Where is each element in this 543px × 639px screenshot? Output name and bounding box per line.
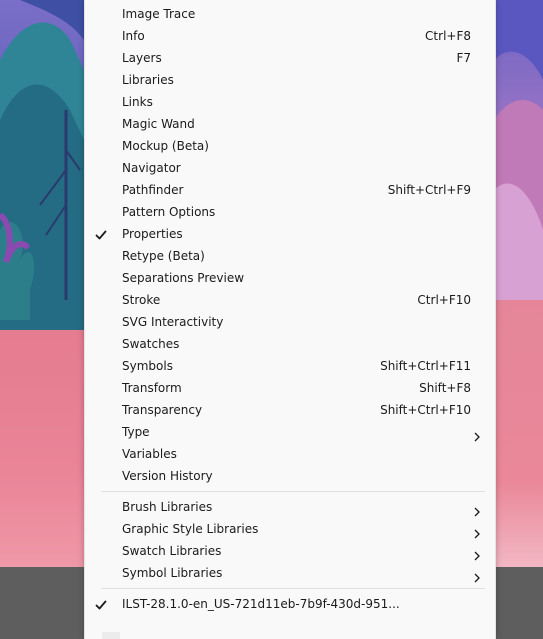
menu-item-label: Separations Preview [122, 271, 245, 285]
menu-item-swatch-libraries[interactable]: Swatch Libraries [85, 540, 495, 562]
menu-item-info[interactable]: Info Ctrl+F8 [85, 25, 495, 47]
menu-item-transform[interactable]: Transform Shift+F8 [85, 377, 495, 399]
window-menu: Image Trace Info Ctrl+F8 Layers F7 Libraries L… [84, 0, 496, 639]
menu-item-symbols[interactable]: Symbols Shift+Ctrl+F11 [85, 355, 495, 377]
menu-item-ilst-28-1-0-en-us-721d11eb-7b9f-430d-951[interactable]: ILST-28.1.0-en_US-721d11eb-7b9f-430d-951… [85, 593, 495, 615]
chevron-right-icon [473, 427, 481, 442]
menu-item-svg-interactivity[interactable]: SVG Interactivity [85, 311, 495, 333]
menu-item-image-trace[interactable]: Image Trace [85, 3, 495, 25]
menu-item-magic-wand[interactable]: Magic Wand [85, 113, 495, 135]
menu-item-mockup-beta[interactable]: Mockup (Beta) [85, 135, 495, 157]
menu-item-shortcut: Shift+Ctrl+F9 [387, 183, 471, 197]
menu-item-stroke[interactable]: Stroke Ctrl+F10 [85, 289, 495, 311]
menu-item-navigator[interactable]: Navigator [85, 157, 495, 179]
menu-item-shortcut: Ctrl+F8 [425, 29, 471, 43]
menu-item-label: Links [122, 95, 153, 109]
artwork-hills-illustration [494, 0, 543, 300]
chevron-right-icon [473, 502, 481, 517]
menu-item-label: Variables [122, 447, 177, 461]
menu-item-label: Swatches [122, 337, 180, 351]
menu-item-label: Type [122, 425, 150, 439]
menu-item-label: Graphic Style Libraries [122, 522, 259, 536]
menu-separator [101, 588, 485, 589]
menu-item-label: Mockup (Beta) [122, 139, 209, 153]
menu-item-label: Version History [122, 469, 213, 483]
menu-item-graphic-style-libraries[interactable]: Graphic Style Libraries [85, 518, 495, 540]
menu-item-type[interactable]: Type [85, 421, 495, 443]
menu-item-shortcut: Ctrl+F10 [417, 293, 471, 307]
menu-item-label: Brush Libraries [122, 500, 213, 514]
menu-item-label: Layers [122, 51, 162, 65]
menu-item-shortcut: Shift+F8 [419, 381, 471, 395]
menu-item-brush-libraries[interactable]: Brush Libraries [85, 496, 495, 518]
chevron-right-icon [473, 524, 481, 539]
menu-item-label: Pathfinder [122, 183, 184, 197]
menu-item-shortcut: Shift+Ctrl+F11 [380, 359, 471, 373]
menu-item-label: Image Trace [122, 7, 196, 21]
menu-item-label: Symbol Libraries [122, 566, 223, 580]
menu-item-pathfinder[interactable]: Pathfinder Shift+Ctrl+F9 [85, 179, 495, 201]
menu-item-label: Transparency [122, 403, 203, 417]
menu-item-properties[interactable]: Properties [85, 223, 495, 245]
menu-item-retype-beta[interactable]: Retype (Beta) [85, 245, 495, 267]
menu-item-label: Retype (Beta) [122, 249, 205, 263]
chevron-right-icon [473, 546, 481, 561]
menu-item-label: Magic Wand [122, 117, 195, 131]
menu-item-label: Libraries [122, 73, 174, 87]
menu-item-label: Properties [122, 227, 183, 241]
menu-item-label: Transform [122, 381, 182, 395]
menu-item-label: Symbols [122, 359, 173, 373]
menu-item-variables[interactable]: Variables [85, 443, 495, 465]
menu-item-links[interactable]: Links [85, 91, 495, 113]
menu-item-libraries[interactable]: Libraries [85, 69, 495, 91]
menu-item-label: SVG Interactivity [122, 315, 224, 329]
menu-item-label: Pattern Options [122, 205, 216, 219]
artwork-ground-right [494, 285, 543, 567]
menu-item-pattern-options[interactable]: Pattern Options [85, 201, 495, 223]
menu-item-shortcut: F7 [456, 51, 471, 65]
menu-item-separations-preview[interactable]: Separations Preview [85, 267, 495, 289]
menu-item-layers[interactable]: Layers F7 [85, 47, 495, 69]
menu-item-transparency[interactable]: Transparency Shift+Ctrl+F10 [85, 399, 495, 421]
checkmark-icon [94, 227, 108, 241]
menu-scroll-stub [102, 632, 120, 639]
menu-item-symbol-libraries[interactable]: Symbol Libraries [85, 562, 495, 584]
menu-separator [101, 491, 485, 492]
menu-item-label: Swatch Libraries [122, 544, 222, 558]
menu-item-label: Info [122, 29, 145, 43]
menu-item-version-history[interactable]: Version History [85, 465, 495, 487]
menu-item-shortcut: Shift+Ctrl+F10 [380, 403, 471, 417]
menu-item-label: Navigator [122, 161, 181, 175]
chevron-right-icon [473, 568, 481, 583]
menu-item-label: Stroke [122, 293, 161, 307]
menu-item-swatches[interactable]: Swatches [85, 333, 495, 355]
artwork-trees-illustration [0, 0, 84, 330]
menu-item-label: ILST-28.1.0-en_US-721d11eb-7b9f-430d-951… [122, 597, 400, 611]
checkmark-icon [94, 597, 108, 611]
